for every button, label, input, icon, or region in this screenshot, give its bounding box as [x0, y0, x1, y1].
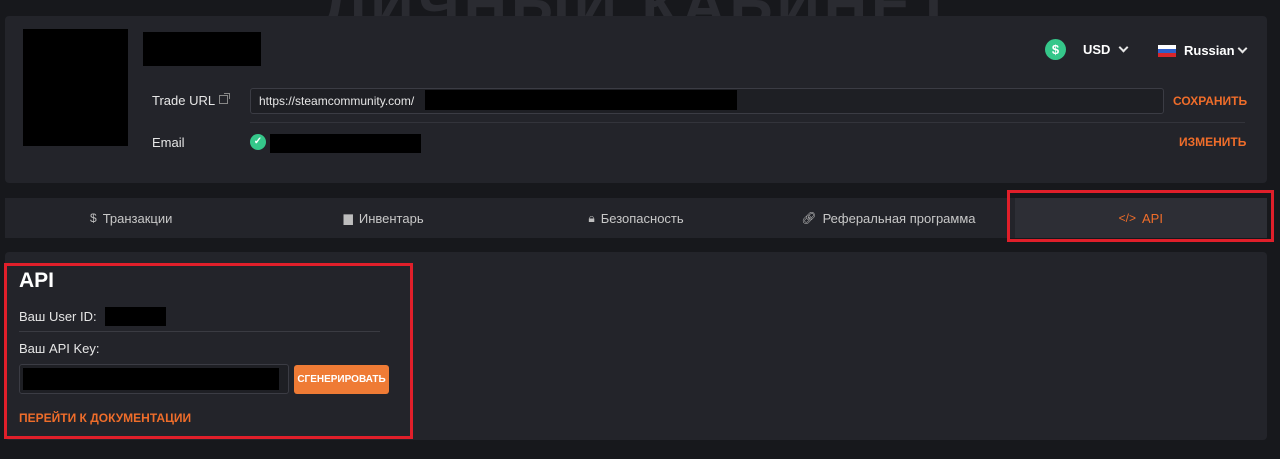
link-icon: 🔗︎ — [801, 211, 817, 225]
chevron-down-icon — [1119, 42, 1129, 53]
user-id-label: Ваш User ID: — [19, 309, 97, 324]
api-divider — [19, 331, 380, 332]
api-card: API Ваш User ID: Ваш API Key: СГЕНЕРИРОВ… — [5, 252, 1267, 440]
tab-label: Инвентарь — [358, 210, 424, 226]
chevron-down-icon — [1237, 43, 1248, 54]
currency-label: USD — [1083, 42, 1111, 57]
tab-security[interactable]: 🔒︎ Безопасность — [510, 198, 762, 238]
profile-tabs: $ Транзакции ▆ Инвентарь 🔒︎ Безопасность… — [5, 198, 1268, 238]
check-circle-icon: ✓ — [250, 134, 266, 150]
trade-url-redacted — [425, 90, 737, 110]
email-redacted — [270, 134, 421, 153]
trade-url-label: Trade URL — [152, 93, 216, 108]
api-title: API — [19, 269, 55, 292]
tab-api[interactable]: </> API — [1014, 198, 1268, 238]
language-selector[interactable]: Russian — [1158, 43, 1248, 58]
api-key-redacted — [23, 368, 279, 390]
generate-api-key-button[interactable]: СГЕНЕРИРОВАТЬ — [294, 365, 389, 394]
user-id-redacted — [105, 307, 166, 326]
profile-card: $ USD Russian Trade URL https://steamcom… — [5, 16, 1267, 183]
avatar — [23, 29, 128, 146]
tab-referral[interactable]: 🔗︎ Реферальная программа — [762, 198, 1014, 238]
inventory-box-icon: ▆ — [343, 211, 353, 225]
profile-divider — [250, 122, 1245, 123]
tab-transactions[interactable]: $ Транзакции — [5, 198, 257, 238]
tab-label: Транзакции — [102, 210, 173, 226]
api-key-label: Ваш API Key: — [19, 341, 100, 356]
tab-label: Безопасность — [600, 210, 684, 226]
tab-inventory[interactable]: ▆ Инвентарь — [257, 198, 509, 238]
trade-url-label-row: Trade URL — [152, 93, 231, 108]
currency-selector[interactable]: $ USD — [1045, 39, 1129, 60]
tab-label: Реферальная программа — [822, 210, 976, 226]
save-trade-url-button[interactable]: СОХРАНИТЬ — [1173, 94, 1247, 108]
username-redacted — [143, 32, 261, 66]
email-label: Email — [152, 135, 185, 150]
language-label: Russian — [1184, 43, 1235, 58]
dollar-icon: $ — [90, 211, 97, 225]
external-link-icon[interactable] — [219, 93, 231, 104]
dollar-icon: $ — [1045, 39, 1066, 60]
change-email-button[interactable]: ИЗМЕНИТЬ — [1179, 135, 1246, 149]
russia-flag-icon — [1158, 44, 1176, 57]
tab-label: API — [1142, 210, 1163, 226]
code-icon: </> — [1118, 211, 1137, 225]
lock-icon: 🔒︎ — [588, 210, 595, 225]
documentation-link[interactable]: ПЕРЕЙТИ К ДОКУМЕНТАЦИИ — [19, 411, 191, 425]
